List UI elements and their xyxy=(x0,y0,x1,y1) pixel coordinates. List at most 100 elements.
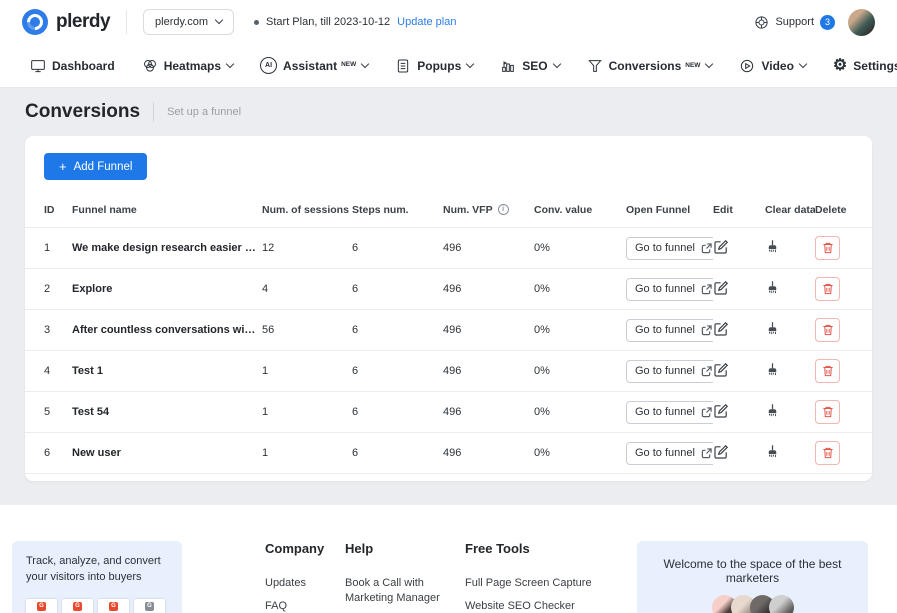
funnel-id: 2 xyxy=(44,283,72,295)
nav-seo[interactable]: SEO xyxy=(500,58,559,74)
header-edit: Edit xyxy=(713,204,765,216)
funnel-id: 5 xyxy=(44,406,72,418)
footer-link-seo-checker[interactable]: Website SEO Checker xyxy=(465,599,637,613)
funnel-id: 4 xyxy=(44,365,72,377)
edit-icon[interactable] xyxy=(713,444,729,460)
table-row: 6 New user 1 6 496 0% Go to funnel xyxy=(25,433,872,474)
ai-icon: AI xyxy=(260,57,277,74)
go-to-funnel-button[interactable]: Go to funnel xyxy=(626,401,713,424)
g2-badge: G Leader xyxy=(134,599,165,613)
add-funnel-label: Add Funnel xyxy=(74,161,133,173)
g2-badge: G Most Implementable xyxy=(62,599,93,613)
plan-status: Start Plan, till 2023-10-12 Update plan xyxy=(254,16,456,28)
delete-button[interactable] xyxy=(815,359,840,383)
footer-column-help: Help Book a Call with Marketing Manager xyxy=(345,541,465,613)
nav-popups[interactable]: Popups xyxy=(395,58,473,74)
promo-text: Track, analyze, and convert your visitor… xyxy=(26,554,168,586)
update-plan-link[interactable]: Update plan xyxy=(397,16,456,28)
clear-data-brush-icon[interactable] xyxy=(765,321,780,336)
chevron-down-icon xyxy=(466,59,474,67)
domain-selector[interactable]: plerdy.com xyxy=(143,9,234,35)
funnel-name: Test 54 xyxy=(72,406,262,418)
page-subtitle: Set up a funnel xyxy=(167,106,241,118)
funnel-sessions: 1 xyxy=(262,406,352,418)
funnel-name: After countless conversations with job..… xyxy=(72,324,262,336)
funnel-id: 6 xyxy=(44,447,72,459)
nav-label: Dashboard xyxy=(52,59,115,73)
header-steps: Steps num. xyxy=(352,204,443,216)
edit-icon[interactable] xyxy=(713,239,729,255)
nav-settings[interactable]: ⚙ Settings xyxy=(833,58,897,74)
footer-link-updates[interactable]: Updates xyxy=(265,576,345,591)
clear-data-brush-icon[interactable] xyxy=(765,239,780,254)
funnel-sessions: 1 xyxy=(262,447,352,459)
header-open-funnel: Open Funnel xyxy=(626,204,713,216)
nav-heatmaps[interactable]: Heatmaps xyxy=(142,58,233,74)
funnels-table: ID Funnel name Num. of sessions Steps nu… xyxy=(25,192,872,474)
footer-column-company: Company Updates FAQ xyxy=(265,541,345,613)
nav-dashboard[interactable]: Dashboard xyxy=(30,58,115,74)
logo-text: plerdy xyxy=(56,11,110,33)
chevron-down-icon xyxy=(361,59,369,67)
clear-data-brush-icon[interactable] xyxy=(765,362,780,377)
go-to-funnel-label: Go to funnel xyxy=(635,406,695,418)
footer-link-book-call[interactable]: Book a Call with Marketing Manager xyxy=(345,576,465,607)
trash-icon xyxy=(821,241,835,255)
monitor-icon xyxy=(30,58,46,74)
edit-icon[interactable] xyxy=(713,362,729,378)
go-to-funnel-button[interactable]: Go to funnel xyxy=(626,442,713,465)
funnel-conv-value: 0% xyxy=(534,242,626,254)
go-to-funnel-button[interactable]: Go to funnel xyxy=(626,360,713,383)
play-circle-icon xyxy=(739,58,755,74)
marketer-avatars xyxy=(647,595,858,613)
clear-data-brush-icon[interactable] xyxy=(765,444,780,459)
support-button[interactable]: Support 3 xyxy=(754,15,835,30)
info-icon[interactable]: i xyxy=(498,204,509,215)
clear-data-brush-icon[interactable] xyxy=(765,280,780,295)
welcome-card: Welcome to the space of the best markete… xyxy=(637,541,868,613)
add-funnel-button[interactable]: + Add Funnel xyxy=(44,153,147,180)
main-nav: Dashboard Heatmaps AI Assistant NEW Popu… xyxy=(0,44,897,88)
footer-link-screen-capture[interactable]: Full Page Screen Capture xyxy=(465,576,637,591)
funnel-sessions: 56 xyxy=(262,324,352,336)
funnel-vfp: 496 xyxy=(443,283,534,295)
delete-button[interactable] xyxy=(815,441,840,465)
footer: Track, analyze, and convert your visitor… xyxy=(0,505,897,613)
table-row: 1 We make design research easier and fas… xyxy=(25,228,872,269)
nav-label: SEO xyxy=(522,59,547,73)
go-to-funnel-button[interactable]: Go to funnel xyxy=(626,319,713,342)
g2-badge: G High Performer xyxy=(98,599,129,613)
go-to-funnel-button[interactable]: Go to funnel xyxy=(626,237,713,260)
edit-icon[interactable] xyxy=(713,403,729,419)
trash-icon xyxy=(821,405,835,419)
footer-link-faq[interactable]: FAQ xyxy=(265,599,345,613)
header-delete: Delete xyxy=(815,204,859,216)
external-link-icon xyxy=(701,407,712,418)
nav-label: Conversions xyxy=(609,59,682,73)
support-count-badge: 3 xyxy=(820,15,835,30)
edit-icon[interactable] xyxy=(713,321,729,337)
table-row: 4 Test 1 1 6 496 0% Go to funnel xyxy=(25,351,872,392)
go-to-funnel-button[interactable]: Go to funnel xyxy=(626,278,713,301)
header-funnel-name: Funnel name xyxy=(72,204,262,216)
edit-icon[interactable] xyxy=(713,280,729,296)
delete-button[interactable] xyxy=(815,318,840,342)
nav-assistant[interactable]: AI Assistant NEW xyxy=(260,57,368,74)
new-badge: NEW xyxy=(341,61,356,68)
plerdy-logo[interactable]: plerdy xyxy=(22,9,110,35)
delete-button[interactable] xyxy=(815,400,840,424)
footer-column-free-tools: Free Tools Full Page Screen Capture Webs… xyxy=(465,541,637,613)
trash-icon xyxy=(821,446,835,460)
delete-button[interactable] xyxy=(815,277,840,301)
chevron-down-icon xyxy=(799,59,807,67)
funnel-sessions: 12 xyxy=(262,242,352,254)
clear-data-brush-icon[interactable] xyxy=(765,403,780,418)
user-avatar[interactable] xyxy=(848,9,875,36)
nav-video[interactable]: Video xyxy=(739,58,805,74)
nav-conversions[interactable]: Conversions NEW xyxy=(587,58,713,74)
delete-button[interactable] xyxy=(815,236,840,260)
nav-label: Heatmaps xyxy=(164,59,221,73)
plan-status-text: Start Plan, till 2023-10-12 xyxy=(266,16,390,28)
gear-icon: ⚙ xyxy=(833,58,847,74)
funnel-sessions: 1 xyxy=(262,365,352,377)
